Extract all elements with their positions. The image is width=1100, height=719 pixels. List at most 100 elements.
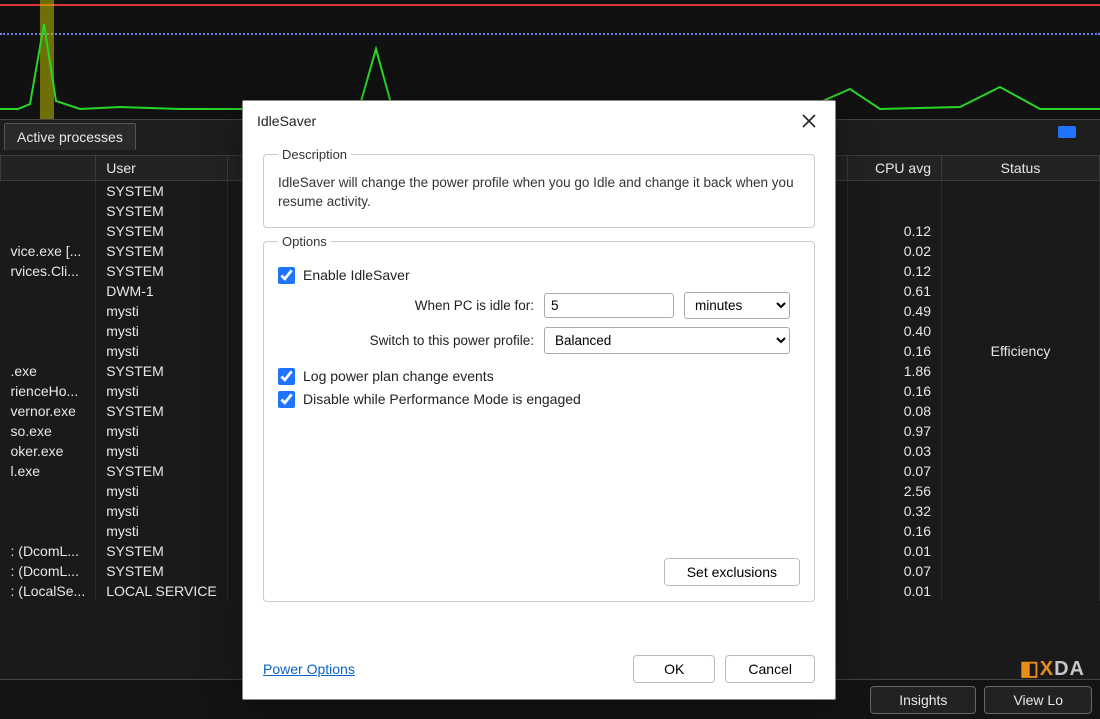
power-profile-label: Switch to this power profile: [304,333,534,348]
col-status[interactable]: Status [941,156,1099,181]
description-group: Description IdleSaver will change the po… [263,147,815,228]
cell-cpu: 0.49 [848,301,942,321]
cell-status [941,441,1099,461]
cell-status [941,501,1099,521]
cell-process: : (LocalSe... [1,581,96,601]
cell-status [941,521,1099,541]
cell-status [941,581,1099,601]
cell-status [941,261,1099,281]
cell-user: mysti [96,341,228,361]
cell-user: SYSTEM [96,241,228,261]
cell-process: rvices.Cli... [1,261,96,281]
cell-status: Efficiency [941,341,1099,361]
power-options-link[interactable]: Power Options [263,661,355,677]
cell-user: SYSTEM [96,561,228,581]
set-exclusions-button[interactable]: Set exclusions [664,558,800,586]
idle-for-input[interactable] [544,293,674,318]
cell-user: DWM-1 [96,281,228,301]
idle-unit-select[interactable]: minutes [684,292,790,319]
cell-user: SYSTEM [96,261,228,281]
cell-user: SYSTEM [96,361,228,381]
col-user[interactable]: User [96,156,228,181]
cell-status [941,541,1099,561]
cell-process [1,281,96,301]
chart-threshold-line [0,4,1100,6]
cell-cpu: 0.02 [848,241,942,261]
col-cpu-avg[interactable]: CPU avg [848,156,942,181]
cell-cpu: 0.16 [848,341,942,361]
cell-process [1,201,96,221]
cell-status [941,241,1099,261]
cell-cpu: 0.12 [848,261,942,281]
cell-user: mysti [96,521,228,541]
idlesaver-dialog: IdleSaver Description IdleSaver will cha… [242,100,836,700]
cell-status [941,461,1099,481]
close-icon[interactable] [793,107,825,135]
cell-process [1,501,96,521]
cell-cpu: 1.86 [848,361,942,381]
cell-cpu: 0.07 [848,461,942,481]
cell-user: mysti [96,321,228,341]
cell-status [941,181,1099,202]
col-process[interactable] [1,156,96,181]
log-events-label: Log power plan change events [303,368,494,384]
cell-status [941,561,1099,581]
cell-cpu: 0.12 [848,221,942,241]
cell-status [941,221,1099,241]
cell-user: SYSTEM [96,181,228,202]
cell-process: : (DcomL... [1,561,96,581]
cell-user: mysti [96,441,228,461]
cell-cpu: 2.56 [848,481,942,501]
log-events-checkbox[interactable] [278,368,295,385]
cell-process [1,481,96,501]
cell-cpu: 0.08 [848,401,942,421]
cell-cpu: 0.07 [848,561,942,581]
cell-process [1,181,96,202]
cell-status [941,201,1099,221]
enable-idlesaver-label: Enable IdleSaver [303,267,410,283]
watermark: ◧XDA [1020,656,1085,681]
power-profile-select[interactable]: Balanced [544,327,790,354]
cell-user: mysti [96,421,228,441]
view-log-button[interactable]: View Lo [984,686,1092,714]
cell-cpu: 0.01 [848,581,942,601]
options-group: Options Enable IdleSaver When PC is idle… [263,234,815,602]
cell-user: SYSTEM [96,221,228,241]
cell-process: .exe [1,361,96,381]
zoom-slider[interactable] [1058,126,1098,138]
cell-user: SYSTEM [96,201,228,221]
cell-status [941,361,1099,381]
cell-process: : (DcomL... [1,541,96,561]
cell-process: rienceHo... [1,381,96,401]
cell-cpu: 0.16 [848,381,942,401]
description-text: IdleSaver will change the power profile … [278,174,800,212]
cell-user: SYSTEM [96,461,228,481]
tab-active-processes[interactable]: Active processes [4,123,136,150]
cell-cpu [848,201,942,221]
cell-process: vernor.exe [1,401,96,421]
cell-cpu: 0.01 [848,541,942,561]
cell-status [941,321,1099,341]
cell-status [941,301,1099,321]
cancel-button[interactable]: Cancel [725,655,815,683]
cell-status [941,481,1099,501]
description-legend: Description [278,147,351,162]
cell-process [1,321,96,341]
cell-user: SYSTEM [96,401,228,421]
cell-process [1,521,96,541]
disable-perfmode-checkbox[interactable] [278,391,295,408]
cell-cpu: 0.03 [848,441,942,461]
cell-status [941,421,1099,441]
insights-button[interactable]: Insights [870,686,976,714]
options-legend: Options [278,234,331,249]
cell-user: mysti [96,501,228,521]
cell-process: so.exe [1,421,96,441]
enable-idlesaver-checkbox[interactable] [278,267,295,284]
idle-for-label: When PC is idle for: [304,298,534,313]
ok-button[interactable]: OK [633,655,715,683]
disable-perfmode-label: Disable while Performance Mode is engage… [303,391,581,407]
cell-process [1,341,96,361]
cell-cpu [848,181,942,202]
cell-cpu: 0.32 [848,501,942,521]
cell-status [941,401,1099,421]
